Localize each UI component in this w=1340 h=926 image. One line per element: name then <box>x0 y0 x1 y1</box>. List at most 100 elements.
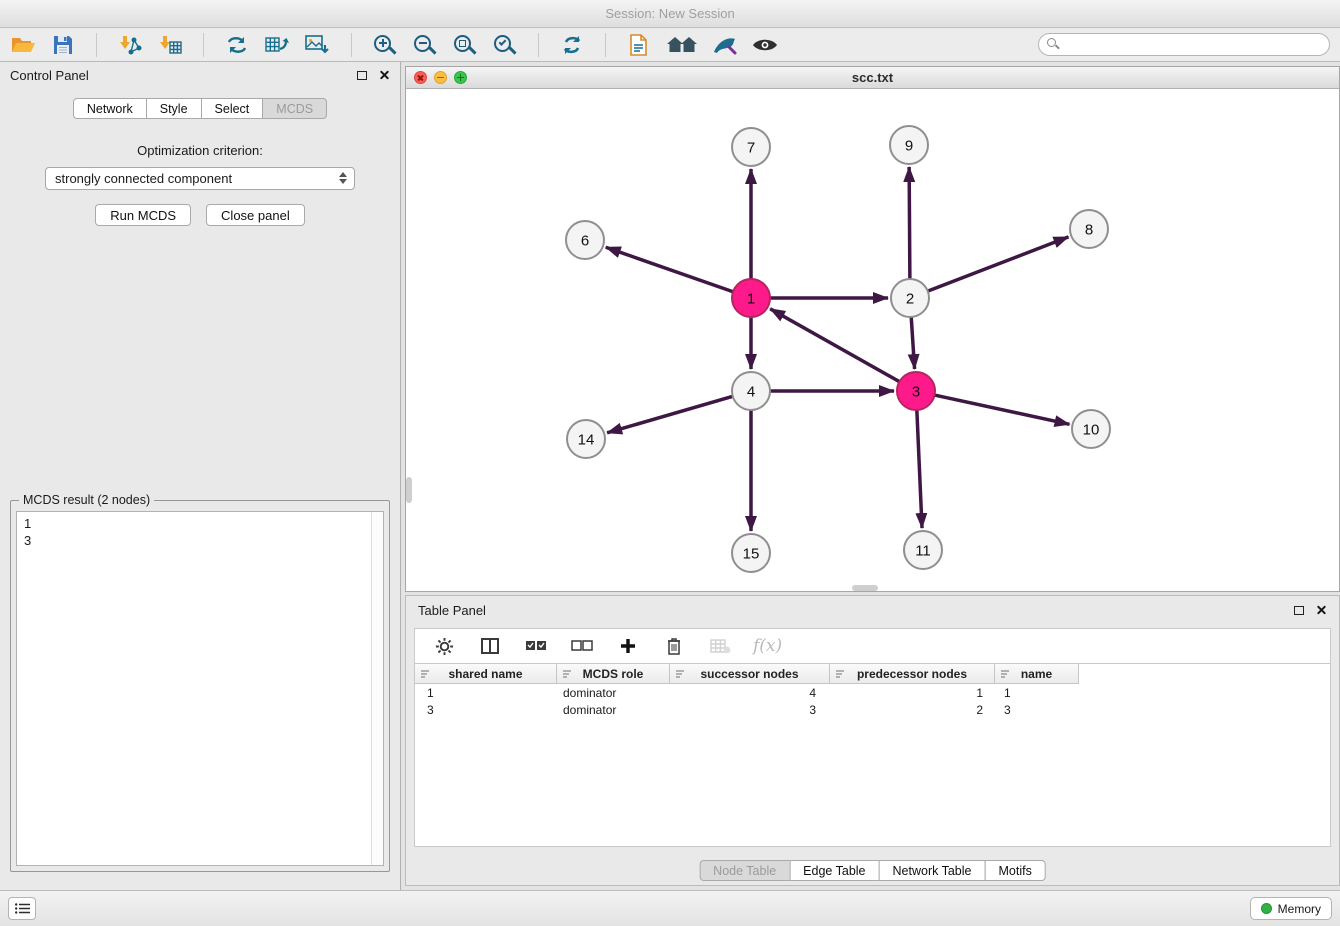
node-table: shared name MCDS role successor nodes pr… <box>414 664 1331 847</box>
mcds-result-line: 1 <box>24 515 376 532</box>
toolbar-separator <box>203 33 204 57</box>
import-table-icon[interactable] <box>157 32 183 58</box>
graph-node-label: 1 <box>747 290 755 307</box>
zoom-fit-icon[interactable] <box>452 32 478 58</box>
graph-node-label: 15 <box>743 545 760 562</box>
dropdown-stepper-icon <box>339 172 347 184</box>
cell-shared-name: 1 <box>415 686 557 700</box>
tab-node-table[interactable]: Node Table <box>699 860 790 881</box>
result-scrollbar[interactable] <box>371 512 383 865</box>
network-canvas[interactable]: 7968124314101511 <box>406 89 1339 591</box>
main-toolbar <box>0 28 1340 62</box>
table-panel: Table Panel <box>405 595 1340 886</box>
graph-node-label: 14 <box>578 431 595 448</box>
zoom-out-icon[interactable] <box>412 32 438 58</box>
graph-edge-2-9[interactable] <box>909 167 910 279</box>
search-icon <box>1047 38 1056 47</box>
network-view-window: scc.txt 7968124314101511 <box>405 66 1340 592</box>
network-window-titlebar[interactable]: scc.txt <box>406 67 1339 89</box>
tab-style[interactable]: Style <box>146 98 202 119</box>
column-label: successor nodes <box>700 667 798 681</box>
memory-button[interactable]: Memory <box>1250 897 1332 920</box>
column-header-predecessor-nodes[interactable]: predecessor nodes <box>830 664 995 684</box>
add-column-icon[interactable] <box>615 633 641 659</box>
delete-column-icon[interactable] <box>661 633 687 659</box>
window-titlebar: Session: New Session <box>0 0 1340 28</box>
show-hide-graphics-icon[interactable] <box>752 32 778 58</box>
copy-style-icon[interactable] <box>626 32 652 58</box>
cell-mcds-role: dominator <box>557 703 670 717</box>
save-session-icon[interactable] <box>50 32 76 58</box>
cell-name: 3 <box>995 703 1079 717</box>
delete-table-icon <box>707 633 733 659</box>
network-canvas-area: 7968124314101511 <box>406 89 1339 591</box>
task-history-button[interactable] <box>8 897 36 920</box>
window-minimize-icon[interactable] <box>434 71 447 84</box>
window-close-icon[interactable] <box>414 71 427 84</box>
column-header-mcds-role[interactable]: MCDS role <box>557 664 670 684</box>
status-bar: Memory <box>0 890 1340 926</box>
cell-predecessor-nodes: 2 <box>830 703 995 717</box>
column-header-successor-nodes[interactable]: successor nodes <box>670 664 830 684</box>
zoom-selected-icon[interactable] <box>492 32 518 58</box>
column-header-name[interactable]: name <box>995 664 1079 684</box>
window-title: Session: New Session <box>605 6 734 21</box>
close-table-panel-icon[interactable] <box>1316 605 1327 616</box>
vertical-scrollbar-thumb[interactable] <box>406 477 412 503</box>
import-network-icon[interactable] <box>117 32 143 58</box>
tab-network[interactable]: Network <box>73 98 147 119</box>
memory-status-icon <box>1261 903 1272 914</box>
export-image-icon[interactable] <box>304 32 331 58</box>
close-panel-icon[interactable] <box>379 70 390 81</box>
graph-edge-3-1[interactable] <box>770 309 899 382</box>
tab-motifs[interactable]: Motifs <box>984 860 1045 881</box>
column-label: predecessor nodes <box>857 667 967 681</box>
tab-mcds[interactable]: MCDS <box>262 98 327 119</box>
graph-node-label: 6 <box>581 232 589 249</box>
cell-name: 1 <box>995 686 1079 700</box>
table-row[interactable]: 3 dominator 3 2 3 <box>415 701 1330 718</box>
cell-successor-nodes: 3 <box>670 703 830 717</box>
window-zoom-icon[interactable] <box>454 71 467 84</box>
new-network-icon[interactable] <box>224 32 250 58</box>
search-field-wrap <box>1038 33 1330 56</box>
float-table-panel-icon[interactable] <box>1294 606 1304 615</box>
run-mcds-button[interactable]: Run MCDS <box>95 204 191 226</box>
horizontal-scrollbar-thumb[interactable] <box>852 585 878 591</box>
graph-node-label: 11 <box>915 542 931 559</box>
search-input[interactable] <box>1038 33 1330 56</box>
graph-edge-3-10[interactable] <box>935 395 1070 424</box>
graph-edge-2-3[interactable] <box>911 317 914 369</box>
table-row[interactable]: 1 dominator 4 1 1 <box>415 684 1330 701</box>
zoom-in-icon[interactable] <box>372 32 398 58</box>
tab-network-table[interactable]: Network Table <box>879 860 986 881</box>
mcds-result-box: 1 3 <box>16 511 384 866</box>
optimization-criterion-dropdown[interactable]: strongly connected component <box>45 167 355 190</box>
tab-select[interactable]: Select <box>201 98 264 119</box>
apply-style-icon[interactable] <box>712 32 738 58</box>
graph-node-label: 4 <box>747 383 755 400</box>
cell-mcds-role: dominator <box>557 686 670 700</box>
first-neighbors-icon[interactable] <box>666 32 698 58</box>
tab-edge-table[interactable]: Edge Table <box>789 860 879 881</box>
graph-edge-3-11[interactable] <box>917 410 922 528</box>
graph-edge-1-6[interactable] <box>606 247 733 291</box>
column-label: shared name <box>448 667 522 681</box>
new-table-icon[interactable] <box>264 32 290 58</box>
network-window-title: scc.txt <box>852 70 893 85</box>
cell-predecessor-nodes: 1 <box>830 686 995 700</box>
select-all-columns-icon[interactable] <box>523 633 549 659</box>
show-column-icon[interactable] <box>477 633 503 659</box>
close-panel-button[interactable]: Close panel <box>206 204 305 226</box>
float-panel-icon[interactable] <box>357 71 367 80</box>
graph-edge-4-14[interactable] <box>607 396 733 433</box>
mcds-result-group: MCDS result (2 nodes) 1 3 <box>10 500 390 872</box>
function-builder-icon: f(x) <box>753 636 782 656</box>
open-session-icon[interactable] <box>10 32 36 58</box>
unselect-all-columns-icon[interactable] <box>569 633 595 659</box>
graph-edge-2-8[interactable] <box>928 237 1069 291</box>
list-icon <box>15 903 30 914</box>
column-header-shared-name[interactable]: shared name <box>415 664 557 684</box>
refresh-view-icon[interactable] <box>559 32 585 58</box>
table-settings-gear-icon[interactable] <box>431 633 457 659</box>
